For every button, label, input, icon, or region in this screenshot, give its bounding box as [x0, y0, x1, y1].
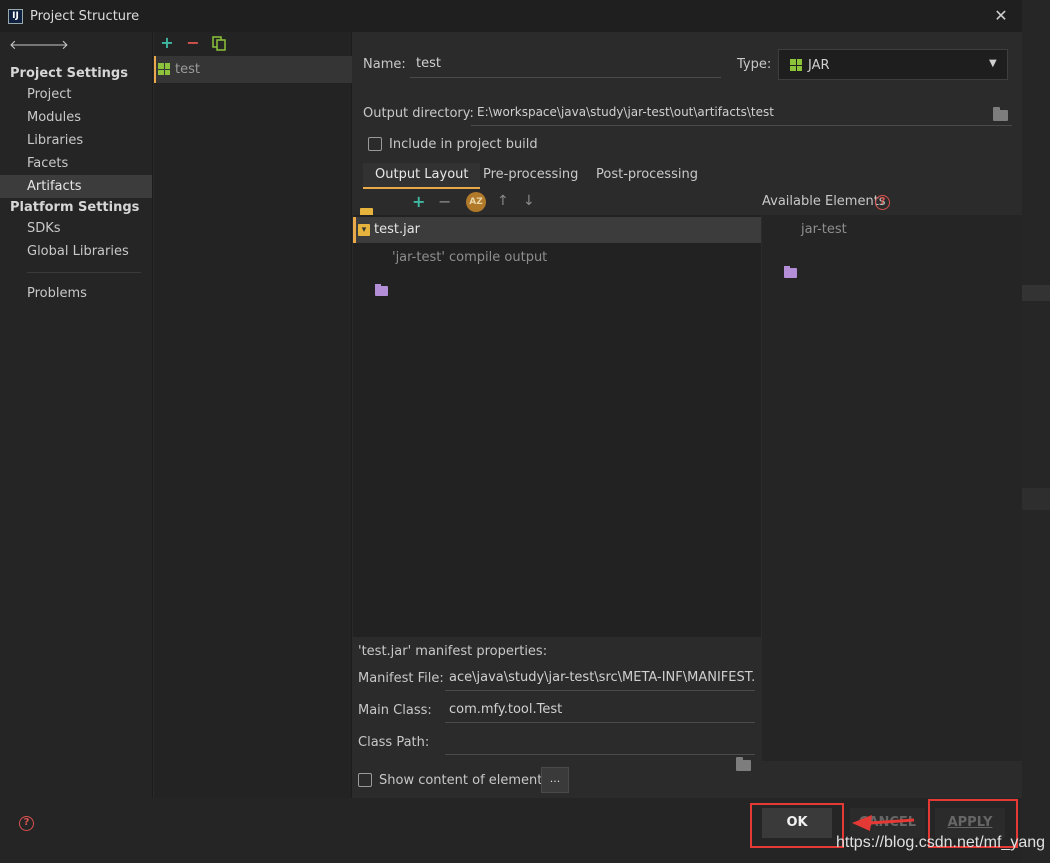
sort-az-icon[interactable]: AZ [466, 192, 486, 212]
copy-artifact-icon[interactable] [212, 36, 226, 51]
sidebar-divider [27, 272, 141, 273]
tab-pre-processing[interactable]: Pre-processing [471, 163, 590, 189]
close-icon[interactable]: ✕ [992, 6, 1010, 26]
annotation-arrow [852, 815, 915, 831]
manifest-file-label: Manifest File: [358, 671, 444, 686]
add-element-icon[interactable]: + [412, 192, 425, 211]
project-settings-heading: Project Settings [10, 66, 128, 81]
sidebar-item-problems[interactable]: Problems [0, 282, 152, 305]
sidebar-item-artifacts[interactable]: Artifacts [0, 175, 152, 198]
sidebar-item-modules[interactable]: Modules [0, 106, 152, 129]
forward-arrow-icon[interactable]: 🡒 [34, 37, 69, 53]
output-layout-tree [353, 215, 761, 637]
sidebar-item-global-libraries[interactable]: Global Libraries [0, 240, 152, 263]
tab-output-layout[interactable]: Output Layout [363, 163, 481, 189]
move-down-icon[interactable]: ↓ [523, 193, 535, 209]
more-options-button[interactable]: ... [541, 767, 569, 793]
artifact-list-label: test [175, 62, 200, 77]
manifest-file-field[interactable]: ace\java\study\jar-test\src\META-INF\MAN… [445, 666, 755, 691]
window-title: Project Structure [30, 9, 140, 24]
module-icon [784, 266, 797, 278]
folder-browse-icon[interactable] [993, 107, 1008, 121]
background-strip-block [1022, 488, 1050, 510]
add-artifact-icon[interactable]: + [159, 34, 175, 52]
output-directory-field[interactable]: E:\workspace\java\study\jar-test\out\art… [471, 101, 1012, 126]
show-content-checkbox[interactable] [358, 773, 372, 787]
main-class-label: Main Class: [358, 703, 432, 718]
sidebar-item-sdks[interactable]: SDKs [0, 217, 152, 240]
tree-item-label[interactable]: 'jar-test' compile output [392, 250, 547, 265]
intellij-app-icon: IJ [8, 9, 23, 24]
folder-browse-icon[interactable] [736, 757, 751, 771]
chevron-down-icon: ▼ [989, 58, 997, 69]
class-path-label: Class Path: [358, 735, 430, 750]
jar-icon [158, 63, 170, 75]
help-icon[interactable]: ? [875, 195, 890, 210]
type-label: Type: [737, 57, 772, 72]
jar-archive-icon: ▾ [358, 224, 370, 236]
remove-artifact-icon[interactable]: − [185, 34, 201, 52]
platform-settings-heading: Platform Settings [10, 200, 140, 215]
available-elements-tree [762, 215, 1022, 761]
name-field[interactable]: test [410, 53, 721, 78]
background-strip-block [1022, 285, 1050, 301]
watermark-text: https://blog.csdn.net/mf_yang [836, 834, 1046, 851]
ok-button[interactable]: OK [762, 808, 832, 838]
name-label: Name: [363, 57, 406, 72]
main-class-field[interactable]: com.mfy.tool.Test [445, 698, 755, 723]
artifacts-list-panel [154, 32, 352, 798]
show-content-label: Show content of elements [379, 773, 550, 788]
module-output-icon [375, 284, 388, 296]
class-path-field[interactable] [445, 730, 755, 755]
move-up-icon[interactable]: ↑ [497, 193, 509, 209]
include-in-build-checkbox[interactable] [368, 137, 382, 151]
sidebar-item-project[interactable]: Project [0, 83, 152, 106]
help-icon[interactable]: ? [19, 816, 34, 831]
jar-icon [790, 59, 802, 71]
output-directory-label: Output directory: [363, 106, 474, 121]
remove-element-icon[interactable]: − [438, 192, 451, 211]
type-value: JAR [808, 58, 830, 73]
sidebar-item-libraries[interactable]: Libraries [0, 129, 152, 152]
tree-item-label: test.jar [374, 222, 421, 237]
include-in-build-label: Include in project build [389, 137, 538, 152]
tab-post-processing[interactable]: Post-processing [584, 163, 710, 189]
sidebar-item-facets[interactable]: Facets [0, 152, 152, 175]
background-window-strip [1022, 0, 1050, 863]
title-bar [0, 0, 1022, 32]
available-elements-title: Available Elements [762, 194, 886, 209]
available-item-label[interactable]: jar-test [801, 222, 847, 237]
manifest-title: 'test.jar' manifest properties: [358, 644, 548, 659]
